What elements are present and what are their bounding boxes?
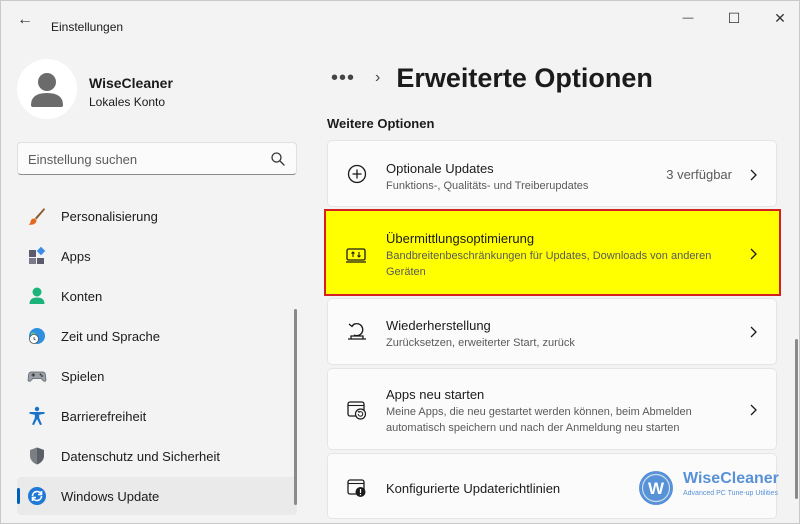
person-icon bbox=[29, 287, 45, 304]
apps-icon bbox=[29, 246, 46, 264]
card-description: Bandbreitenbeschränkungen für Updates, D… bbox=[386, 250, 712, 278]
recovery-card[interactable]: Wiederherstellung Zurücksetzen, erweiter… bbox=[327, 298, 777, 365]
close-icon: ✕ bbox=[774, 9, 786, 26]
breadcrumb: ••• › Erweiterte Optionen bbox=[331, 59, 653, 97]
recovery-icon bbox=[348, 323, 366, 340]
policy-icon bbox=[347, 479, 366, 497]
sidebar-item-windows-update[interactable]: Windows Update bbox=[17, 477, 297, 515]
avatar bbox=[17, 59, 77, 119]
page-title: Erweiterte Optionen bbox=[396, 62, 653, 93]
sidebar-item-konten[interactable]: Konten bbox=[17, 277, 297, 315]
user-avatar-icon bbox=[31, 73, 63, 107]
accessibility-icon bbox=[29, 406, 45, 425]
sidebar-item-label: Windows Update bbox=[61, 489, 160, 504]
search-input[interactable] bbox=[28, 149, 258, 169]
minimize-button[interactable]: — bbox=[665, 5, 711, 31]
sidebar-scrollbar[interactable] bbox=[294, 309, 297, 505]
card-title: Apps neu starten bbox=[386, 387, 485, 402]
chevron-right-icon bbox=[750, 326, 757, 338]
sidebar-item-personalisierung[interactable]: Personalisierung bbox=[17, 197, 297, 235]
card-title: Optionale Updates bbox=[386, 161, 494, 176]
logo-letter: W bbox=[648, 479, 665, 498]
gamepad-icon bbox=[27, 371, 47, 382]
sidebar-item-label: Barrierefreiheit bbox=[61, 409, 147, 424]
sidebar-item-label: Spielen bbox=[61, 369, 105, 384]
back-button[interactable]: ← bbox=[11, 9, 39, 31]
profile-section[interactable]: WiseCleaner Lokales Konto bbox=[17, 59, 297, 121]
card-title: Übermittlungsoptimierung bbox=[386, 231, 535, 246]
profile-account-type: Lokales Konto bbox=[89, 95, 166, 109]
back-arrow-icon: ← bbox=[17, 11, 33, 28]
maximize-button[interactable]: ☐ bbox=[711, 5, 757, 31]
restart-apps-icon bbox=[347, 401, 367, 420]
title-bar: ← Einstellungen — ☐ ✕ bbox=[1, 1, 800, 37]
watermark-brand: WiseCleaner bbox=[683, 470, 779, 487]
sidebar-item-label: Zeit und Sprache bbox=[61, 329, 161, 344]
optional-updates-card[interactable]: Optionale Updates Funktions-, Qualitäts-… bbox=[327, 140, 777, 207]
sidebar-item-spielen[interactable]: Spielen bbox=[17, 357, 297, 395]
sidebar-item-label: Personalisierung bbox=[61, 209, 158, 224]
available-count: 3 verfügbar bbox=[666, 167, 732, 182]
app-title: Einstellungen bbox=[51, 20, 124, 34]
sidebar-item-datenschutz[interactable]: Datenschutz und Sicherheit bbox=[17, 437, 297, 475]
breadcrumb-more-button[interactable]: ••• bbox=[331, 67, 355, 90]
maximize-icon: ☐ bbox=[727, 9, 741, 26]
sidebar-item-label: Konten bbox=[61, 289, 103, 304]
delivery-optimization-card[interactable]: Übermittlungsoptimierung Bandbreitenbesc… bbox=[324, 209, 781, 296]
plus-circle-icon bbox=[347, 164, 367, 184]
sidebar-item-barrierefreiheit[interactable]: Barrierefreiheit bbox=[17, 397, 297, 435]
search-icon[interactable] bbox=[270, 151, 286, 167]
settings-window: ← Einstellungen — ☐ ✕ WiseCleaner Lokale… bbox=[0, 0, 800, 524]
card-description: Meine Apps, die neu gestartet werden kön… bbox=[386, 406, 692, 434]
sidebar-item-zeit-und-sprache[interactable]: Zeit und Sprache bbox=[17, 317, 297, 355]
sidebar-item-label: Apps bbox=[61, 249, 91, 264]
watermark-tagline: Advanced PC Tune-up Utilities bbox=[683, 490, 778, 497]
restart-apps-card[interactable]: Apps neu starten Meine Apps, die neu ges… bbox=[327, 368, 777, 450]
chevron-right-icon bbox=[750, 169, 757, 181]
paintbrush-icon bbox=[28, 208, 45, 225]
profile-name: WiseCleaner bbox=[89, 75, 173, 91]
active-indicator bbox=[17, 488, 20, 504]
card-title: Wiederherstellung bbox=[386, 318, 491, 333]
chevron-right-icon: › bbox=[375, 69, 381, 86]
minimize-icon: — bbox=[682, 12, 694, 24]
chevron-right-icon bbox=[750, 404, 757, 416]
search-box[interactable] bbox=[17, 142, 297, 175]
close-button[interactable]: ✕ bbox=[757, 5, 800, 31]
wisecleaner-logo-icon: W bbox=[639, 471, 673, 505]
delivery-optimization-icon bbox=[346, 248, 366, 263]
card-title: Konfigurierte Updaterichtlinien bbox=[386, 481, 561, 496]
wisecleaner-watermark: W WiseCleaner Advanced PC Tune-up Utilit… bbox=[637, 467, 797, 507]
sidebar-item-label: Datenschutz und Sicherheit bbox=[61, 449, 220, 464]
sync-icon bbox=[28, 487, 46, 505]
sidebar-nav: Personalisierung Apps Konten Zeit und Sp… bbox=[17, 197, 297, 517]
chevron-right-icon bbox=[750, 248, 757, 260]
card-description: Zurücksetzen, erweiterter Start, zurück bbox=[386, 337, 575, 349]
shield-icon bbox=[30, 447, 44, 465]
section-title: Weitere Optionen bbox=[327, 116, 435, 131]
globe-clock-icon bbox=[29, 328, 45, 344]
sidebar-item-apps[interactable]: Apps bbox=[17, 237, 297, 275]
